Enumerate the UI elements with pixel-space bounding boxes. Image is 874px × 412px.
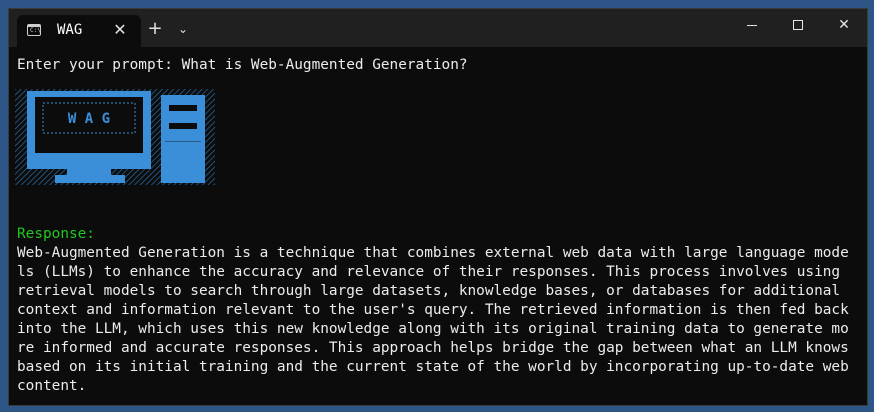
chevron-down-icon[interactable]: ⌄: [173, 19, 193, 39]
terminal-icon: C:\: [27, 24, 41, 36]
terminal-window: C:\ WAG ✕ + ⌄ ✕ Enter your prompt: What …: [8, 8, 868, 406]
tab-wag[interactable]: C:\ WAG ✕: [17, 15, 141, 47]
logo-text: W A G: [68, 111, 110, 127]
new-tab-button[interactable]: +: [145, 19, 165, 39]
tab-title: WAG: [57, 22, 83, 38]
wag-computer-logo: W A G: [15, 89, 215, 185]
maximize-icon: [793, 20, 803, 30]
terminal-output[interactable]: Enter your prompt: What is Web-Augmented…: [9, 47, 867, 405]
response-text: Web-Augmented Generation is a technique …: [17, 245, 849, 394]
close-tab-icon[interactable]: ✕: [111, 21, 129, 39]
close-window-button[interactable]: ✕: [821, 9, 867, 41]
title-bar: C:\ WAG ✕ + ⌄ ✕: [9, 9, 867, 47]
minimize-icon: [747, 25, 757, 26]
response-label: Response:: [17, 226, 95, 242]
minimize-button[interactable]: [729, 9, 775, 41]
prompt-line: Enter your prompt: What is Web-Augmented…: [17, 57, 468, 73]
maximize-button[interactable]: [775, 9, 821, 41]
